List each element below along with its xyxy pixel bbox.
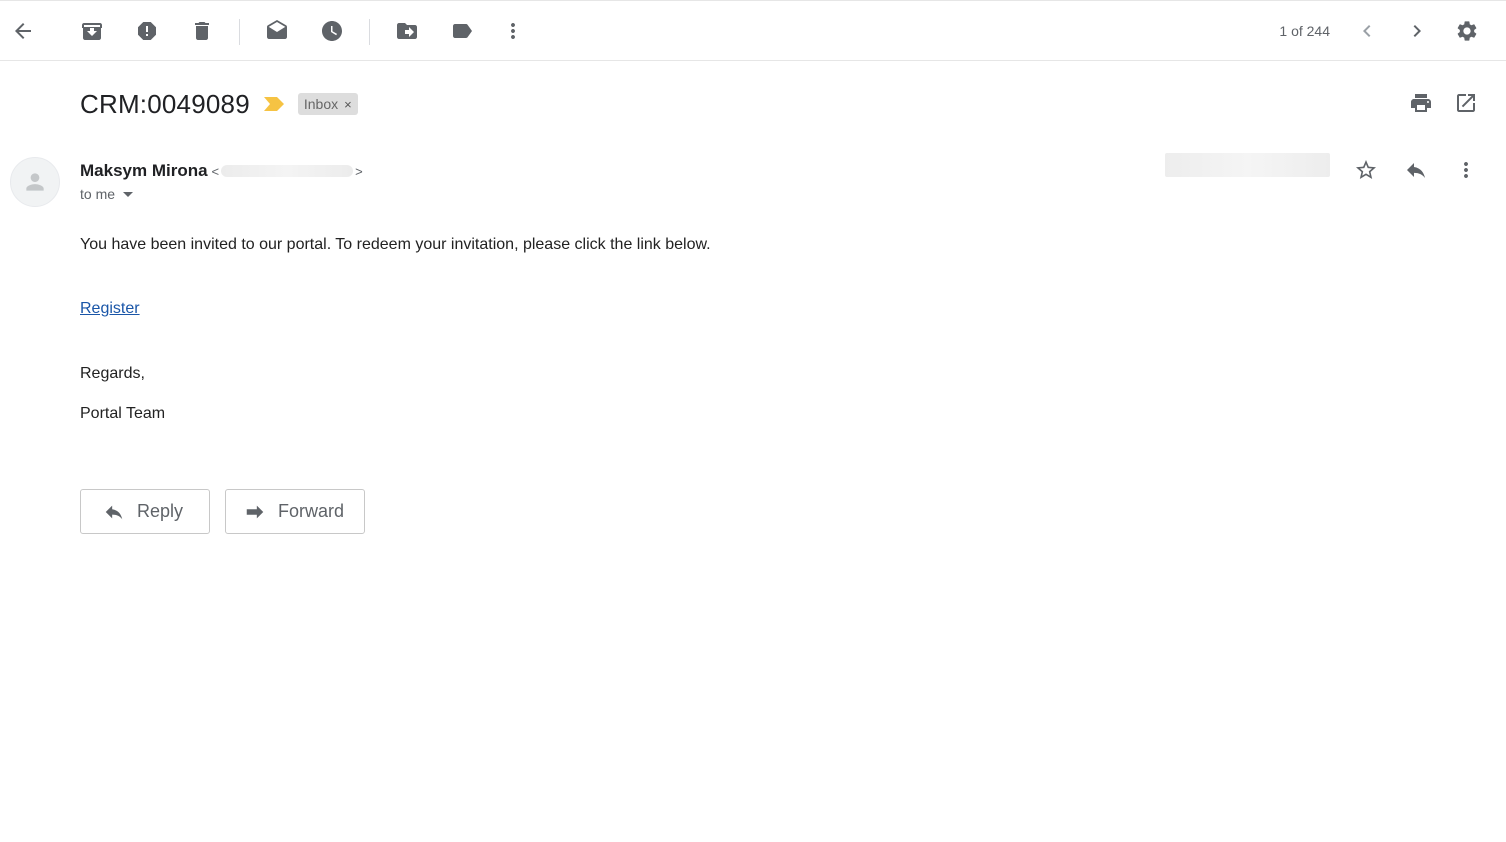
- previous-email-button[interactable]: [1350, 14, 1384, 48]
- report-spam-icon: [138, 22, 156, 40]
- importance-arrow-icon: [263, 97, 284, 111]
- pager-count: 1 of 244: [1279, 23, 1330, 39]
- email-subject: CRM:0049089: [80, 88, 250, 119]
- subject-row: CRM:0049089 Inbox ×: [80, 86, 358, 122]
- caret-down-icon: [123, 191, 134, 197]
- reply-button[interactable]: Reply: [80, 489, 210, 534]
- recipient-details-toggle[interactable]: to me: [80, 185, 134, 203]
- mark-unread-icon: [267, 20, 287, 39]
- archive-icon: [82, 23, 102, 40]
- forward-arrow-icon: [246, 505, 264, 518]
- trash-icon: [195, 22, 209, 40]
- more-vertical-icon: [511, 23, 515, 39]
- label-chip-text: Inbox: [303, 96, 339, 112]
- report-spam-button[interactable]: [130, 14, 164, 48]
- move-to-button[interactable]: [390, 14, 424, 48]
- label-chip-inbox: Inbox ×: [297, 93, 358, 115]
- print-button[interactable]: [1406, 88, 1436, 118]
- star-outline-icon: [1356, 160, 1376, 179]
- redacted-email-address: [221, 165, 354, 177]
- email-bracket-open: <: [211, 163, 220, 179]
- move-to-icon: [397, 23, 417, 39]
- email-body-invitation: You have been invited to our portal. To …: [80, 236, 711, 253]
- snooze-button[interactable]: [315, 14, 349, 48]
- more-button[interactable]: [496, 14, 530, 48]
- open-in-new-window-button[interactable]: [1451, 88, 1481, 118]
- redacted-date: [1165, 153, 1330, 177]
- chevron-right-icon: [1413, 25, 1421, 37]
- delete-button[interactable]: [185, 14, 219, 48]
- toolbar-divider: [239, 19, 240, 45]
- label-icon: [453, 24, 472, 38]
- archive-button[interactable]: [75, 14, 109, 48]
- recipient-text: to me: [80, 186, 116, 202]
- email-bracket-close: >: [355, 163, 363, 179]
- more-vertical-icon: [1464, 162, 1468, 178]
- reply-icon: [105, 505, 123, 519]
- sender-email: < >: [212, 164, 363, 179]
- back-button[interactable]: [6, 14, 40, 48]
- email-body-signature: Portal Team: [80, 405, 166, 422]
- sender-avatar: [10, 157, 60, 207]
- register-link[interactable]: Register: [80, 300, 140, 318]
- printer-icon: [1411, 94, 1431, 112]
- reply-icon-button[interactable]: [1401, 155, 1431, 185]
- clock-icon: [322, 21, 342, 41]
- mark-unread-button[interactable]: [260, 14, 294, 48]
- person-icon: [26, 173, 44, 191]
- toolbar: 1 of 244: [0, 0, 1506, 61]
- label-button[interactable]: [445, 14, 479, 48]
- open-external-icon: [1457, 94, 1475, 112]
- gear-icon: [1457, 21, 1477, 41]
- arrow-left-icon: [15, 23, 31, 39]
- importance-marker[interactable]: [263, 96, 284, 112]
- forward-button-label: Forward: [278, 501, 345, 521]
- remove-label-button[interactable]: ×: [344, 97, 352, 112]
- settings-button[interactable]: [1450, 14, 1484, 48]
- reply-icon: [1407, 163, 1425, 178]
- next-email-button[interactable]: [1400, 14, 1434, 48]
- toolbar-divider: [369, 19, 370, 45]
- chevron-left-icon: [1363, 25, 1371, 37]
- forward-button[interactable]: Forward: [225, 489, 365, 534]
- email-body-regards: Regards,: [80, 365, 145, 382]
- sender-name[interactable]: Maksym Mirona: [80, 161, 208, 181]
- star-button[interactable]: [1351, 155, 1381, 185]
- sender-line: Maksym Mirona < >: [80, 160, 363, 182]
- reply-button-label: Reply: [137, 501, 184, 521]
- message-more-button[interactable]: [1451, 155, 1481, 185]
